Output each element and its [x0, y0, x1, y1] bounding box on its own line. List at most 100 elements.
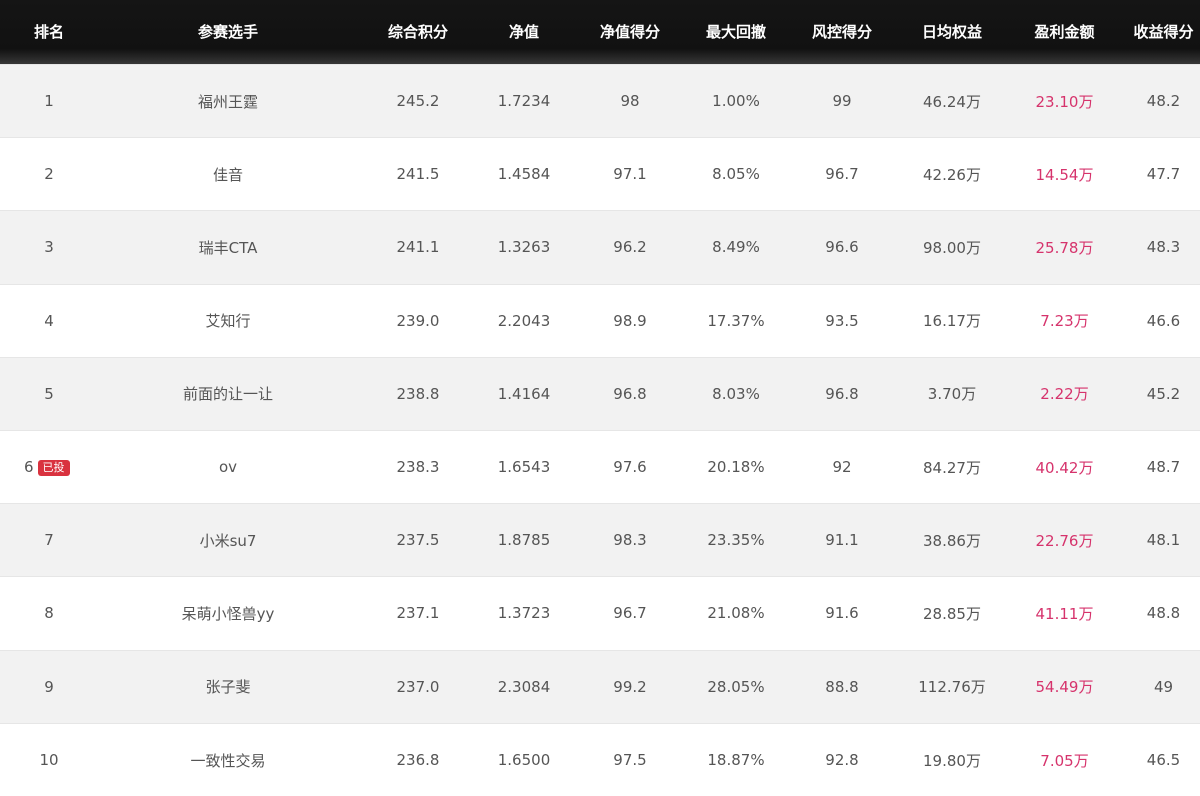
nav-score-cell: 97.1 — [570, 137, 690, 211]
daily-equity-cell: 42.26万 — [902, 137, 1002, 211]
rank-cell: 5 — [0, 356, 98, 431]
nav-cell: 1.3723 — [478, 576, 570, 650]
rank-number: 5 — [44, 384, 54, 403]
score-cell: 237.0 — [358, 649, 478, 724]
max-drawdown-cell: 8.49% — [690, 210, 782, 285]
nav-cell: 1.4164 — [478, 356, 570, 431]
nav-cell: 1.8785 — [478, 503, 570, 577]
player-name-cell[interactable]: 佳音 — [98, 137, 358, 211]
column-header-nav[interactable]: 净值 — [478, 0, 570, 65]
column-header-return-score[interactable]: 收益得分 — [1127, 0, 1200, 65]
nav-score-cell: 98 — [570, 63, 690, 138]
profit-cell: 22.76万 — [1002, 503, 1127, 577]
rank-number: 8 — [44, 604, 54, 623]
table-header-row: 排名 参赛选手 综合积分 净值 净值得分 最大回撤 风控得分 日均权益 盈利金额… — [0, 0, 1200, 65]
nav-score-cell: 97.5 — [570, 722, 690, 796]
return-score-cell: 46.5 — [1127, 722, 1200, 796]
nav-score-cell: 98.9 — [570, 283, 690, 358]
nav-score-cell: 98.3 — [570, 503, 690, 577]
rank-cell: 4 — [0, 283, 98, 358]
table-row[interactable]: 8 呆萌小怪兽yy 237.1 1.3723 96.7 21.08% 91.6 28.85万 4… — [0, 576, 1200, 650]
invested-badge: 已投 — [37, 460, 70, 477]
profit-cell: 7.05万 — [1002, 722, 1127, 796]
return-score-cell: 49 — [1127, 649, 1200, 724]
player-name-cell[interactable]: 呆萌小怪兽yy — [98, 576, 358, 650]
rank-number: 9 — [44, 677, 54, 696]
daily-equity-cell: 3.70万 — [902, 356, 1002, 431]
profit-cell: 40.42万 — [1002, 429, 1127, 504]
max-drawdown-cell: 20.18% — [690, 429, 782, 504]
return-score-cell: 48.2 — [1127, 63, 1200, 138]
score-cell: 239.0 — [358, 283, 478, 358]
player-name-cell[interactable]: 张子斐 — [98, 649, 358, 724]
score-cell: 241.1 — [358, 210, 478, 285]
table-row[interactable]: 2 佳音 241.5 1.4584 97.1 8.05% 96.7 42.26万 14.54万 4… — [0, 137, 1200, 211]
table-row[interactable]: 5 前面的让一让 238.8 1.4164 96.8 8.03% 96.8 3.70万 2.22… — [0, 356, 1200, 431]
rank-number: 4 — [44, 311, 54, 330]
daily-equity-cell: 46.24万 — [902, 63, 1002, 138]
rank-cell: 3 — [0, 210, 98, 285]
nav-cell: 1.3263 — [478, 210, 570, 285]
rank-number: 3 — [44, 238, 54, 257]
rank-cell: 7 — [0, 503, 98, 577]
nav-cell: 1.6543 — [478, 429, 570, 504]
risk-score-cell: 96.6 — [782, 210, 902, 285]
table-row[interactable]: 4 艾知行 239.0 2.2043 98.9 17.37% 93.5 16.17万 7.23万… — [0, 283, 1200, 358]
rank-cell: 8 — [0, 576, 98, 650]
rank-cell: 1 — [0, 63, 98, 138]
risk-score-cell: 96.7 — [782, 137, 902, 211]
player-name-cell[interactable]: ov — [98, 429, 358, 504]
risk-score-cell: 93.5 — [782, 283, 902, 358]
player-name-cell[interactable]: 艾知行 — [98, 283, 358, 358]
return-score-cell: 46.6 — [1127, 283, 1200, 358]
table-row[interactable]: 10 一致性交易 236.8 1.6500 97.5 18.87% 92.8 19.80万 7.… — [0, 722, 1200, 796]
daily-equity-cell: 84.27万 — [902, 429, 1002, 504]
score-cell: 245.2 — [358, 63, 478, 138]
nav-score-cell: 97.6 — [570, 429, 690, 504]
table-row[interactable]: 1 福州王霆 245.2 1.7234 98 1.00% 99 46.24万 23.10万 48.… — [0, 63, 1200, 138]
player-name-cell[interactable]: 小米su7 — [98, 503, 358, 577]
risk-score-cell: 99 — [782, 63, 902, 138]
score-cell: 241.5 — [358, 137, 478, 211]
table-row[interactable]: 7 小米su7 237.5 1.8785 98.3 23.35% 91.1 38.86万 22.… — [0, 503, 1200, 577]
max-drawdown-cell: 8.05% — [690, 137, 782, 211]
score-cell: 237.1 — [358, 576, 478, 650]
nav-score-cell: 96.7 — [570, 576, 690, 650]
player-name-cell[interactable]: 一致性交易 — [98, 722, 358, 796]
max-drawdown-cell: 1.00% — [690, 63, 782, 138]
column-header-max-drawdown[interactable]: 最大回撤 — [690, 0, 782, 65]
player-name-cell[interactable]: 瑞丰CTA — [98, 210, 358, 285]
max-drawdown-cell: 8.03% — [690, 356, 782, 431]
table-row[interactable]: 3 瑞丰CTA 241.1 1.3263 96.2 8.49% 96.6 98.00万 25.7… — [0, 210, 1200, 285]
column-header-player[interactable]: 参赛选手 — [98, 0, 358, 65]
player-name-cell[interactable]: 福州王霆 — [98, 63, 358, 138]
profit-cell: 14.54万 — [1002, 137, 1127, 211]
ranking-table: 排名 参赛选手 综合积分 净值 净值得分 最大回撤 风控得分 日均权益 盈利金额… — [0, 0, 1200, 796]
profit-cell: 54.49万 — [1002, 649, 1127, 724]
score-cell: 238.8 — [358, 356, 478, 431]
risk-score-cell: 88.8 — [782, 649, 902, 724]
score-cell: 237.5 — [358, 503, 478, 577]
column-header-nav-score[interactable]: 净值得分 — [570, 0, 690, 65]
profit-cell: 23.10万 — [1002, 63, 1127, 138]
table-row[interactable]: 6 已投 ov 238.3 1.6543 97.6 20.18% 92 84.27万 40.42万… — [0, 429, 1200, 504]
column-header-rank[interactable]: 排名 — [0, 0, 98, 65]
table-row[interactable]: 9 张子斐 237.0 2.3084 99.2 28.05% 88.8 112.76万 54.4… — [0, 649, 1200, 724]
daily-equity-cell: 98.00万 — [902, 210, 1002, 285]
risk-score-cell: 92.8 — [782, 722, 902, 796]
max-drawdown-cell: 21.08% — [690, 576, 782, 650]
return-score-cell: 48.3 — [1127, 210, 1200, 285]
nav-cell: 2.3084 — [478, 649, 570, 724]
column-header-risk-score[interactable]: 风控得分 — [782, 0, 902, 65]
column-header-score[interactable]: 综合积分 — [358, 0, 478, 65]
score-cell: 236.8 — [358, 722, 478, 796]
column-header-profit[interactable]: 盈利金额 — [1002, 0, 1127, 65]
table-body: 1 福州王霆 245.2 1.7234 98 1.00% 99 46.24万 23.10万 48.… — [0, 63, 1200, 796]
player-name-cell[interactable]: 前面的让一让 — [98, 356, 358, 431]
daily-equity-cell: 38.86万 — [902, 503, 1002, 577]
nav-cell: 1.6500 — [478, 722, 570, 796]
column-header-daily-equity[interactable]: 日均权益 — [902, 0, 1002, 65]
max-drawdown-cell: 23.35% — [690, 503, 782, 577]
nav-score-cell: 99.2 — [570, 649, 690, 724]
rank-cell: 6 已投 — [0, 429, 98, 504]
